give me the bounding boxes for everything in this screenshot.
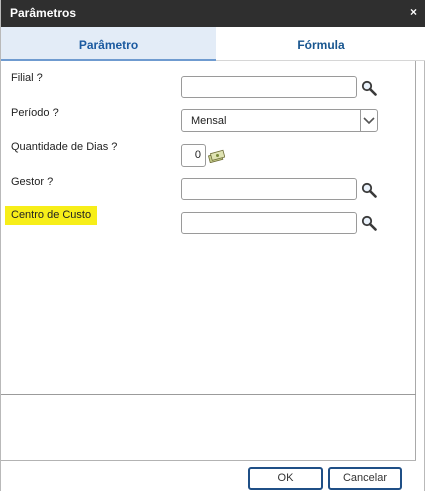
search-icon[interactable] [361, 182, 377, 198]
title-bar: Parâmetros × [1, 0, 425, 27]
centro-custo-label: Centro de Custo [5, 206, 98, 225]
filial-input[interactable] [181, 76, 357, 98]
gestor-label: Gestor ? [11, 176, 54, 188]
search-icon[interactable] [361, 80, 377, 96]
dialog-title: Parâmetros [10, 6, 77, 20]
filial-label: Filial ? [11, 72, 43, 84]
money-icon[interactable] [208, 149, 225, 163]
parametros-dialog: Parâmetros × Parâmetro Fórmula Filial ? … [0, 0, 425, 491]
close-icon[interactable]: × [410, 5, 417, 19]
periodo-label: Período ? [11, 107, 59, 119]
quantidade-dias-input[interactable]: 0 [181, 144, 206, 167]
tab-parametro[interactable]: Parâmetro [1, 27, 216, 61]
chevron-down-icon[interactable] [360, 110, 377, 131]
description-panel [1, 394, 416, 461]
quantidade-dias-label: Quantidade de Dias ? [11, 141, 118, 153]
gestor-input[interactable] [181, 178, 357, 200]
tab-formula[interactable]: Fórmula [216, 27, 425, 61]
periodo-select[interactable]: Mensal [181, 109, 378, 132]
tab-bar: Parâmetro Fórmula [1, 27, 425, 61]
periodo-value: Mensal [191, 115, 227, 127]
search-icon[interactable] [361, 215, 377, 231]
cancel-button[interactable]: Cancelar [328, 467, 402, 490]
centro-custo-input[interactable] [181, 212, 357, 234]
ok-button[interactable]: OK [248, 467, 323, 490]
